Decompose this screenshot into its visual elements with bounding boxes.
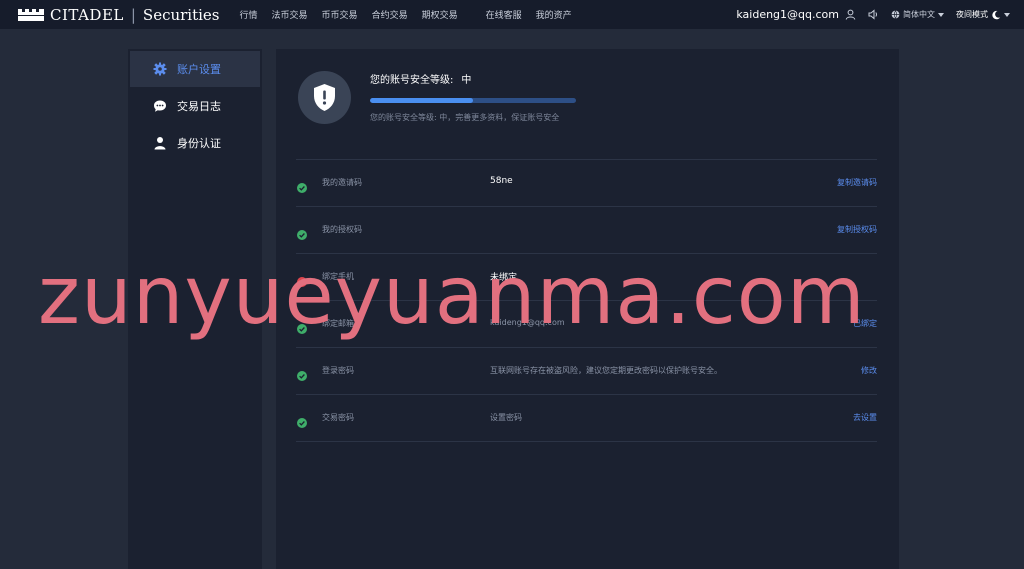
row-value: 未绑定 [490, 273, 518, 283]
sidebar-item-label: 交易日志 [177, 100, 221, 113]
sidebar-item-account-settings[interactable]: 账户设置 [130, 51, 260, 87]
moon-icon [992, 10, 1001, 19]
list-item-auth-code: 我的授权码 复制授权码 [296, 206, 877, 253]
set-trade-password-link[interactable]: 去设置 [853, 412, 877, 423]
account-settings-panel: 您的账号安全等级: 中 您的账号安全等级: 中，完善更多资料，保证账号安全 我的邀… [276, 49, 899, 569]
security-settings-list: 我的邀请码 58ne 复制邀请码 我的授权码 复制授权码 绑定手机 未绑定 绑定… [296, 159, 877, 442]
row-label: 登录密码 [322, 366, 354, 375]
nav-market[interactable]: 行情 [240, 8, 258, 21]
nav-fiat-trade[interactable]: 法币交易 [272, 8, 308, 21]
security-progress-bar [370, 98, 576, 103]
globe-icon [891, 10, 900, 19]
row-label: 绑定手机 [322, 272, 354, 281]
chat-bubble-icon [154, 100, 166, 112]
sidebar-item-identity-verification[interactable]: 身份认证 [130, 125, 260, 161]
row-value: 设置密码 [490, 413, 522, 422]
copy-auth-code-link[interactable]: 复制授权码 [837, 224, 877, 235]
night-mode-toggle[interactable]: 夜间模式 [956, 9, 1010, 20]
language-label: 简体中文 [903, 10, 935, 19]
row-value: 互联网账号存在被盗风险，建议您定期更改密码以保护账号安全。 [490, 366, 722, 375]
check-circle-icon [297, 413, 307, 428]
check-circle-icon [297, 225, 307, 240]
user-icon[interactable] [845, 9, 856, 20]
logo-text: CITADEL [50, 5, 124, 24]
list-item-bind-phone: 绑定手机 未绑定 [296, 253, 877, 300]
nav-coin-trade[interactable]: 币币交易 [322, 8, 358, 21]
logo-subtext: Securities [142, 5, 220, 24]
gear-icon [153, 62, 167, 76]
logo-separator: | [130, 5, 136, 24]
security-progress-fill [370, 98, 473, 103]
sidebar-item-label: 身份认证 [177, 137, 221, 150]
top-navbar: CITADEL | Securities 行情 法币交易 币币交易 合约交易 期… [0, 0, 1024, 29]
speaker-icon[interactable] [868, 9, 879, 20]
chevron-down-icon [938, 12, 944, 17]
list-item-login-password: 登录密码 互联网账号存在被盗风险，建议您定期更改密码以保护账号安全。 修改 [296, 347, 877, 394]
row-value: kaideng1@qq.com [490, 318, 565, 327]
shield-icon [314, 84, 335, 111]
citadel-logo-icon [18, 8, 44, 21]
person-icon [154, 137, 166, 150]
check-circle-icon [297, 319, 307, 334]
row-value: 58ne [490, 176, 513, 186]
list-item-trade-password: 交易密码 设置密码 去设置 [296, 394, 877, 442]
security-level-value: 中 [461, 75, 472, 86]
row-label: 绑定邮箱 [322, 319, 354, 328]
nav-online-support[interactable]: 在线客服 [486, 8, 522, 21]
user-email[interactable]: kaideng1@qq.com [736, 8, 839, 21]
security-badge [298, 71, 351, 124]
row-label: 我的邀请码 [322, 178, 362, 187]
row-label: 交易密码 [322, 413, 354, 422]
row-label: 我的授权码 [322, 225, 362, 234]
chevron-down-icon [1004, 12, 1010, 17]
security-level-label: 您的账号安全等级: [370, 75, 454, 86]
email-bound-link[interactable]: 已绑定 [853, 318, 877, 329]
nav-contract-trade[interactable]: 合约交易 [372, 8, 408, 21]
top-right-controls: kaideng1@qq.com 简体中文 夜间模式 [736, 0, 1010, 29]
security-level-title: 您的账号安全等级: 中 [370, 71, 471, 86]
error-circle-icon [297, 272, 307, 287]
check-circle-icon [297, 366, 307, 381]
copy-invite-code-link[interactable]: 复制邀请码 [837, 177, 877, 188]
language-selector[interactable]: 简体中文 [891, 9, 944, 20]
check-circle-icon [297, 178, 307, 193]
nav-options-trade[interactable]: 期权交易 [422, 8, 458, 21]
sidebar-item-label: 账户设置 [177, 63, 221, 76]
night-mode-label: 夜间模式 [956, 10, 988, 19]
main-nav: 行情 法币交易 币币交易 合约交易 期权交易 在线客服 我的资产 [240, 8, 586, 21]
logo[interactable]: CITADEL | Securities [18, 0, 220, 29]
sidebar-item-trade-log[interactable]: 交易日志 [130, 88, 260, 124]
nav-my-assets[interactable]: 我的资产 [536, 8, 572, 21]
security-description: 您的账号安全等级: 中，完善更多资料，保证账号安全 [370, 113, 560, 122]
sidebar: 账户设置 交易日志 身份认证 [128, 49, 262, 569]
list-item-invite-code: 我的邀请码 58ne 复制邀请码 [296, 159, 877, 206]
list-item-bind-email: 绑定邮箱 kaideng1@qq.com 已绑定 [296, 300, 877, 347]
modify-password-link[interactable]: 修改 [861, 365, 877, 376]
